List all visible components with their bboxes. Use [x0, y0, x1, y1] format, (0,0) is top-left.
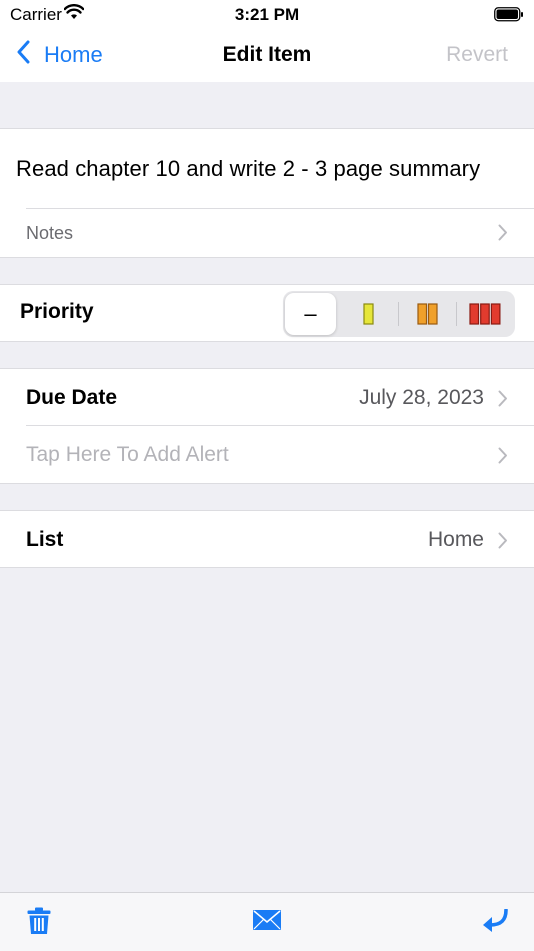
priority-option-high[interactable]	[457, 291, 513, 337]
add-alert-row[interactable]: Tap Here To Add Alert	[0, 426, 534, 483]
battery-icon	[494, 7, 524, 27]
item-title-row[interactable]: Read chapter 10 and write 2 - 3 page sum…	[0, 129, 534, 209]
clock: 3:21 PM	[234, 5, 300, 24]
item-section: Read chapter 10 and write 2 - 3 page sum…	[0, 128, 534, 258]
priority-label: Priority	[20, 300, 94, 323]
priority-segmented-control[interactable]: –	[283, 291, 515, 337]
priority-high-icon	[469, 303, 501, 325]
priority-section: Priority –	[0, 284, 534, 342]
due-date-section: Due Date July 28, 2023 Tap Here To Add A…	[0, 368, 534, 484]
priority-option-medium[interactable]	[399, 291, 455, 337]
notes-row[interactable]: Notes	[0, 209, 534, 257]
priority-option-none[interactable]: –	[285, 291, 336, 337]
chevron-right-icon	[498, 390, 508, 412]
priority-option-low[interactable]	[340, 291, 396, 337]
chevron-right-icon	[498, 224, 508, 246]
list-section: List Home	[0, 510, 534, 568]
list-value: Home	[427, 528, 484, 551]
due-date-row[interactable]: Due Date July 28, 2023	[0, 369, 534, 426]
add-alert-label: Tap Here To Add Alert	[26, 443, 229, 466]
return-icon[interactable]	[482, 908, 508, 938]
list-row[interactable]: List Home	[0, 511, 534, 567]
bottom-toolbar	[0, 892, 534, 951]
revert-button[interactable]: Revert	[446, 43, 508, 67]
mail-icon[interactable]	[253, 910, 281, 935]
list-label: List	[26, 528, 64, 551]
trash-icon[interactable]	[27, 907, 51, 940]
item-title[interactable]: Read chapter 10 and write 2 - 3 page sum…	[16, 156, 480, 182]
chevron-right-icon	[498, 447, 508, 469]
priority-medium-icon	[416, 303, 438, 325]
due-date-label: Due Date	[26, 386, 118, 409]
notes-label: Notes	[26, 223, 74, 243]
chevron-right-icon	[498, 532, 508, 554]
status-bar: Carrier 3:21 PM	[0, 0, 534, 28]
due-date-value: July 28, 2023	[359, 386, 484, 409]
priority-low-icon	[362, 303, 374, 325]
navigation-bar: Home Edit Item Revert	[0, 28, 534, 82]
